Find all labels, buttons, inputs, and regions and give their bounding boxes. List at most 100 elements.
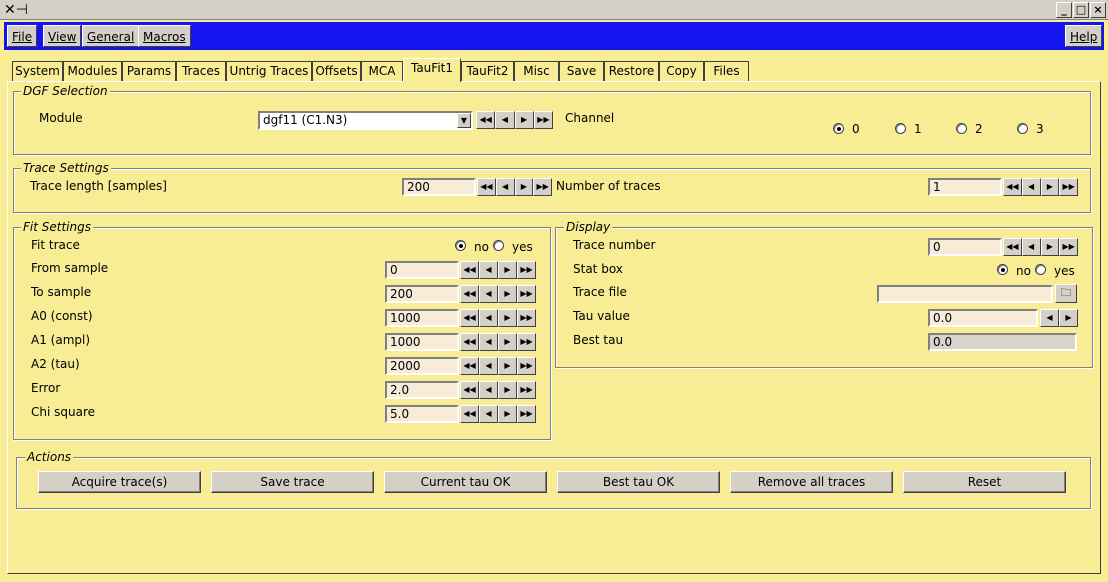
next-icon[interactable]: ▶ [498, 309, 517, 327]
next-icon[interactable]: ▶ [498, 381, 517, 399]
first-icon[interactable]: ◀◀ [1003, 178, 1022, 196]
tau-value-stepper[interactable]: ◀ ▶ [1040, 309, 1078, 327]
remove-all-traces-button[interactable]: Remove all traces [730, 471, 893, 493]
error-stepper[interactable]: ◀◀ ◀ ▶ ▶▶ [460, 381, 536, 399]
a1-input[interactable]: 1000 [385, 333, 459, 351]
prev-icon[interactable]: ◀ [1040, 309, 1059, 327]
next-icon[interactable]: ▶ [498, 285, 517, 303]
next-icon[interactable]: ▶ [498, 405, 517, 423]
stat-box-no-radio[interactable] [997, 264, 1008, 275]
tab-traces[interactable]: Traces [176, 61, 226, 81]
acquire-traces-button[interactable]: Acquire trace(s) [38, 471, 201, 493]
last-icon[interactable]: ▶▶ [517, 285, 536, 303]
close-icon[interactable]: × [1090, 2, 1106, 18]
chi-square-stepper[interactable]: ◀◀ ◀ ▶ ▶▶ [460, 405, 536, 423]
last-icon[interactable]: ▶▶ [517, 333, 536, 351]
current-tau-ok-button[interactable]: Current tau OK [384, 471, 547, 493]
next-icon[interactable]: ▶ [514, 111, 534, 129]
channel-radio-0[interactable] [833, 123, 844, 134]
prev-icon[interactable]: ◀ [495, 178, 515, 196]
save-trace-button[interactable]: Save trace [211, 471, 374, 493]
first-icon[interactable]: ◀◀ [460, 357, 479, 375]
next-icon[interactable]: ▶ [498, 357, 517, 375]
a1-stepper[interactable]: ◀◀ ◀ ▶ ▶▶ [460, 333, 536, 351]
menu-general[interactable]: General [82, 25, 140, 47]
tab-save[interactable]: Save [559, 61, 604, 81]
next-icon[interactable]: ▶ [1040, 178, 1060, 196]
first-icon[interactable]: ◀◀ [477, 178, 496, 196]
tab-mca[interactable]: MCA [361, 61, 403, 81]
a2-input[interactable]: 2000 [385, 357, 459, 375]
tab-taufit1[interactable]: TauFit1 [403, 58, 461, 82]
a2-stepper[interactable]: ◀◀ ◀ ▶ ▶▶ [460, 357, 536, 375]
tab-system[interactable]: System [12, 61, 63, 81]
tab-modules[interactable]: Modules [63, 61, 122, 81]
prev-icon[interactable]: ◀ [479, 285, 498, 303]
prev-icon[interactable]: ◀ [495, 111, 515, 129]
prev-icon[interactable]: ◀ [479, 333, 498, 351]
num-traces-stepper[interactable]: ◀◀ ◀ ▶ ▶▶ [1003, 178, 1078, 196]
from-sample-stepper[interactable]: ◀◀ ◀ ▶ ▶▶ [460, 261, 536, 279]
prev-icon[interactable]: ◀ [479, 381, 498, 399]
num-traces-input[interactable]: 1 [928, 178, 1002, 196]
tab-untrig-traces[interactable]: Untrig Traces [226, 61, 312, 81]
prev-icon[interactable]: ◀ [1021, 238, 1041, 256]
module-select[interactable]: dgf11 (C1.N3) [258, 111, 473, 130]
fit-trace-no-radio[interactable] [455, 240, 466, 251]
first-icon[interactable]: ◀◀ [1003, 238, 1022, 256]
maximize-icon[interactable]: □ [1073, 2, 1089, 18]
last-icon[interactable]: ▶▶ [1059, 178, 1078, 196]
tab-files[interactable]: Files [704, 61, 749, 81]
from-sample-input[interactable]: 0 [385, 261, 459, 279]
tab-params[interactable]: Params [122, 61, 176, 81]
first-icon[interactable]: ◀◀ [460, 405, 479, 423]
menu-file[interactable]: File [7, 25, 38, 47]
best-tau-ok-button[interactable]: Best tau OK [557, 471, 720, 493]
trace-number-stepper[interactable]: ◀◀ ◀ ▶ ▶▶ [1003, 238, 1078, 256]
first-icon[interactable]: ◀◀ [476, 111, 496, 129]
last-icon[interactable]: ▶▶ [517, 405, 536, 423]
last-icon[interactable]: ▶▶ [517, 261, 536, 279]
chi-square-input[interactable]: 5.0 [385, 405, 459, 423]
last-icon[interactable]: ▶▶ [533, 111, 553, 129]
prev-icon[interactable]: ◀ [479, 405, 498, 423]
tab-taufit2[interactable]: TauFit2 [461, 61, 514, 81]
last-icon[interactable]: ▶▶ [533, 178, 552, 196]
last-icon[interactable]: ▶▶ [517, 357, 536, 375]
first-icon[interactable]: ◀◀ [460, 261, 479, 279]
last-icon[interactable]: ▶▶ [1059, 238, 1078, 256]
reset-button[interactable]: Reset [903, 471, 1066, 493]
channel-radio-1[interactable] [895, 123, 906, 134]
error-input[interactable]: 2.0 [385, 381, 459, 399]
a0-stepper[interactable]: ◀◀ ◀ ▶ ▶▶ [460, 309, 536, 327]
folder-open-icon[interactable]: 🗀 [1055, 284, 1077, 303]
to-sample-input[interactable]: 200 [385, 285, 459, 303]
trace-file-input[interactable] [877, 285, 1053, 303]
to-sample-stepper[interactable]: ◀◀ ◀ ▶ ▶▶ [460, 285, 536, 303]
menu-macros[interactable]: Macros [138, 25, 191, 47]
channel-radio-3[interactable] [1017, 123, 1028, 134]
next-icon[interactable]: ▶ [1040, 238, 1060, 256]
tab-offsets[interactable]: Offsets [312, 61, 361, 81]
menu-view[interactable]: View [43, 25, 82, 47]
next-icon[interactable]: ▶ [514, 178, 534, 196]
last-icon[interactable]: ▶▶ [517, 381, 536, 399]
menu-help[interactable]: Help [1065, 25, 1103, 47]
a0-input[interactable]: 1000 [385, 309, 459, 327]
tab-copy[interactable]: Copy [659, 61, 704, 81]
trace-length-input[interactable]: 200 [402, 178, 476, 196]
prev-icon[interactable]: ◀ [479, 261, 498, 279]
tab-restore[interactable]: Restore [604, 61, 659, 81]
prev-icon[interactable]: ◀ [1021, 178, 1041, 196]
stat-box-yes-radio[interactable] [1035, 264, 1046, 275]
tau-value-input[interactable]: 0.0 [928, 309, 1038, 327]
trace-number-input[interactable]: 0 [928, 238, 1002, 256]
first-icon[interactable]: ◀◀ [460, 309, 479, 327]
first-icon[interactable]: ◀◀ [460, 333, 479, 351]
chevron-down-icon[interactable]: ▼ [457, 113, 471, 128]
prev-icon[interactable]: ◀ [479, 357, 498, 375]
next-icon[interactable]: ▶ [1059, 309, 1078, 327]
channel-radio-2[interactable] [956, 123, 967, 134]
next-icon[interactable]: ▶ [498, 333, 517, 351]
last-icon[interactable]: ▶▶ [517, 309, 536, 327]
